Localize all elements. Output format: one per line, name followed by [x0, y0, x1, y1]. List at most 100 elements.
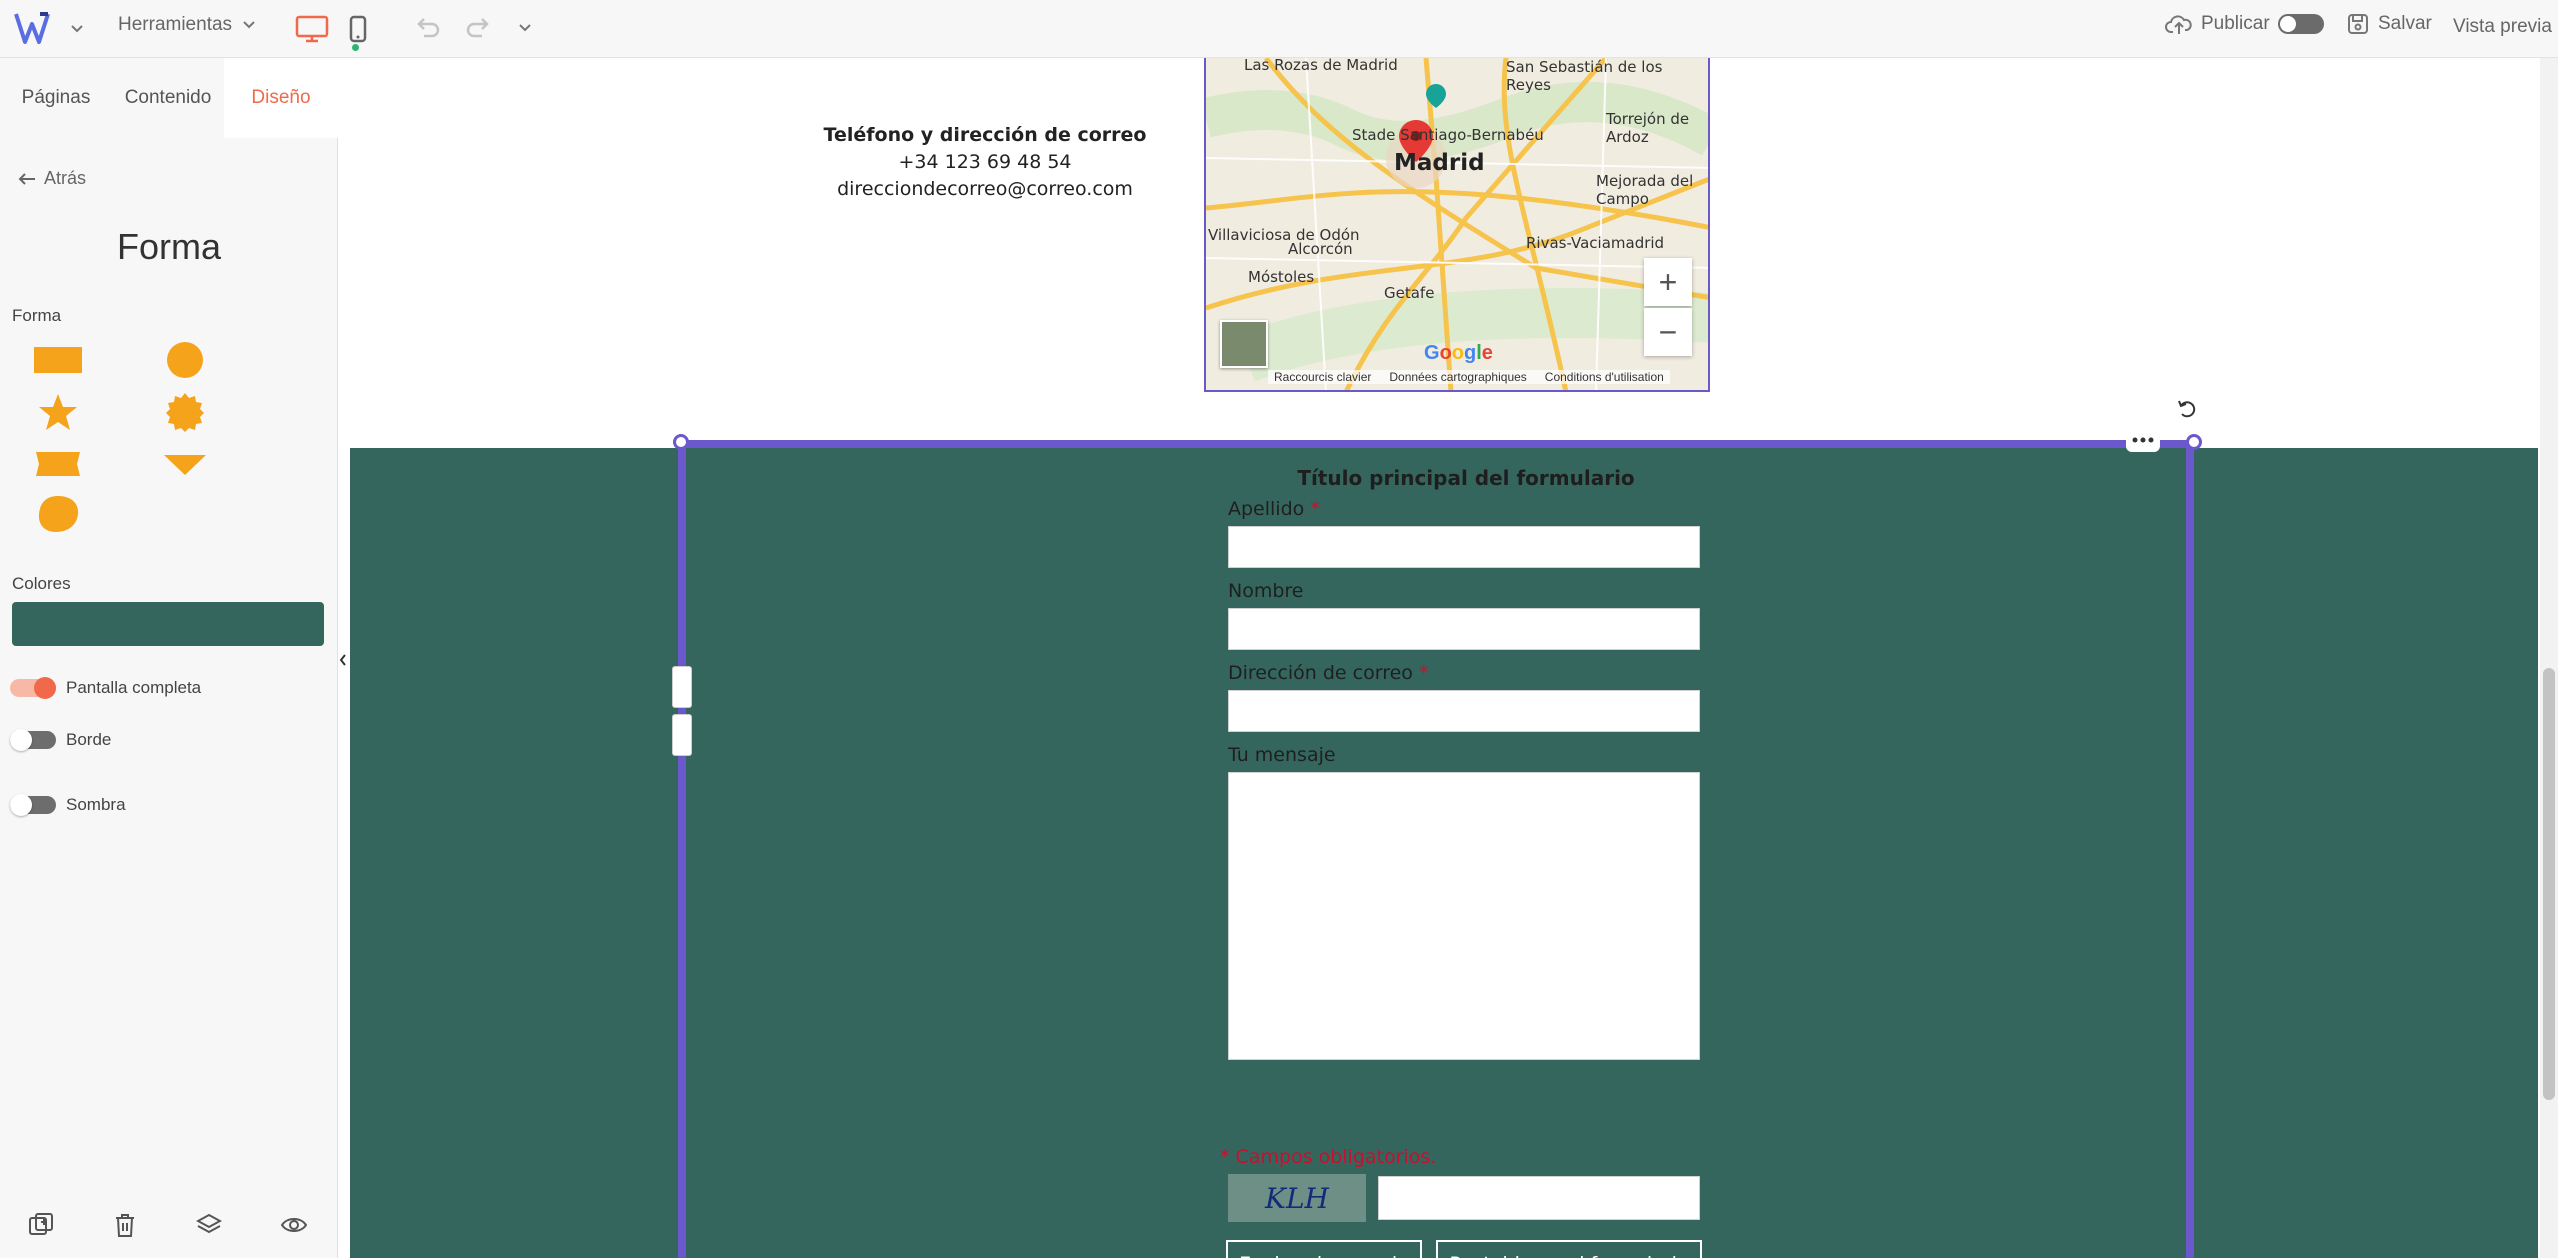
desktop-icon — [295, 15, 329, 43]
map-place: Rivas-Vaciamadrid — [1526, 234, 1665, 252]
reset-form-button[interactable]: Restablecer el formulario — [1436, 1240, 1702, 1258]
badge-icon — [166, 393, 204, 432]
fullscreen-switch-row[interactable]: Pantalla completa — [10, 677, 202, 699]
design-panel: Páginas Contenido Diseño Atrás Forma For… — [0, 58, 338, 1258]
duplicate-icon[interactable] — [28, 1212, 54, 1243]
resize-handle-top-right[interactable] — [2186, 434, 2202, 450]
tab-paginas[interactable]: Páginas — [0, 58, 112, 138]
email-input[interactable] — [1228, 690, 1700, 732]
submit-button[interactable]: Enviar el mensaje — [1226, 1240, 1422, 1258]
desktop-view-button[interactable] — [294, 12, 330, 46]
message-textarea[interactable] — [1228, 772, 1700, 1060]
satellite-toggle-thumbnail[interactable] — [1220, 320, 1268, 368]
field-label-text: Dirección de correo — [1228, 662, 1413, 684]
map-footer: Raccourcis clavier Données cartographiqu… — [1268, 370, 1670, 384]
star-icon — [39, 394, 77, 430]
redo-icon — [466, 18, 489, 38]
back-button[interactable]: Atrás — [18, 168, 86, 189]
apellido-input[interactable] — [1228, 526, 1700, 568]
shape-option-circle[interactable] — [158, 338, 212, 382]
shadow-label: Sombra — [66, 795, 126, 814]
banner-icon — [36, 452, 80, 476]
tools-label: Herramientas — [118, 14, 233, 35]
shape-option-rectangle[interactable] — [31, 338, 85, 382]
required-fields-note: * Campos obligatorios. — [1220, 1146, 1437, 1168]
mobile-active-indicator — [352, 44, 359, 51]
webnode-logo[interactable] — [14, 10, 58, 46]
field-label-nombre: Nombre — [1228, 580, 1304, 602]
undo-icon — [417, 18, 440, 38]
panel-title: Forma — [116, 226, 221, 267]
page-canvas: Teléfono y dirección de correo +34 123 6… — [350, 58, 2538, 1258]
save-button[interactable]: Salvar — [2346, 12, 2432, 36]
map-place: Torrejón de Ardoz — [1606, 110, 1690, 146]
mobile-view-button[interactable] — [340, 12, 376, 46]
trash-icon[interactable] — [113, 1212, 137, 1243]
color-picker-swatch[interactable] — [12, 602, 324, 646]
required-asterisk: * — [1310, 498, 1320, 520]
shape-option-banner[interactable] — [31, 442, 85, 486]
logo-chevron-down-icon[interactable] — [70, 18, 84, 39]
captcha-input[interactable] — [1378, 1176, 1700, 1220]
undo-button[interactable] — [412, 12, 444, 49]
border-label: Borde — [66, 730, 112, 749]
google-logo: Google — [1424, 342, 1493, 364]
map-place: Móstoles — [1248, 268, 1315, 286]
map-shortcuts-link[interactable]: Raccourcis clavier — [1274, 370, 1371, 384]
zoom-out-button[interactable]: − — [1644, 308, 1692, 356]
map-terms-link[interactable]: Conditions d'utilisation — [1545, 370, 1664, 384]
map-place: Mejorada del Campo — [1596, 172, 1694, 208]
shape-option-badge[interactable] — [158, 390, 212, 434]
layers-icon[interactable] — [195, 1212, 223, 1243]
preview-button[interactable]: Vista previa — [2453, 16, 2552, 38]
back-label: Atrás — [44, 168, 87, 188]
panel-bottom-toolbar — [0, 1208, 338, 1248]
more-options-button[interactable] — [2126, 428, 2160, 452]
map-embed[interactable]: Las Rozas de Madrid San Sebastián de los… — [1204, 58, 1710, 392]
publish-control[interactable]: Publicar — [2165, 12, 2324, 36]
top-toolbar: Herramientas Publicar Salvar Vista previ… — [0, 0, 2558, 58]
map-place: Las Rozas de Madrid — [1244, 58, 1398, 74]
contact-title: Teléfono y dirección de correo — [823, 124, 1147, 146]
shape-section-label: Forma — [12, 306, 62, 325]
down-triangle-icon — [164, 455, 206, 475]
fullscreen-toggle[interactable] — [10, 677, 56, 699]
border-toggle[interactable] — [10, 729, 56, 751]
tools-menu[interactable]: Herramientas — [118, 14, 256, 36]
publish-label: Publicar — [2201, 13, 2270, 34]
fullscreen-label: Pantalla completa — [66, 678, 202, 697]
zoom-in-button[interactable]: + — [1644, 258, 1692, 306]
contact-email: direcciondecorreo@correo.com — [837, 178, 1133, 200]
field-label-message: Tu mensaje — [1228, 744, 1336, 766]
field-label-text: Apellido — [1228, 498, 1305, 520]
shape-option-star[interactable] — [31, 390, 85, 434]
map-place: San Sebastián de los Reyes — [1506, 58, 1663, 94]
shadow-switch-row[interactable]: Sombra — [10, 794, 126, 816]
reset-style-button[interactable] — [2172, 394, 2202, 424]
shape-option-triangle[interactable] — [158, 442, 212, 486]
contact-block[interactable]: Teléfono y dirección de correo +34 123 6… — [750, 122, 1220, 203]
publish-toggle[interactable] — [2277, 14, 2324, 34]
field-label-apellido: Apellido * — [1228, 498, 1320, 520]
resize-handle-top-left[interactable] — [673, 434, 689, 450]
map-place: Getafe — [1384, 284, 1435, 302]
tab-diseno[interactable]: Diseño — [224, 58, 338, 138]
field-label-email: Dirección de correo * — [1228, 662, 1428, 684]
shadow-toggle[interactable] — [10, 794, 56, 816]
redo-button[interactable] — [462, 12, 494, 49]
map-city-label: Madrid — [1394, 150, 1485, 176]
drag-handle-top[interactable] — [672, 666, 692, 708]
shape-option-blob[interactable] — [31, 492, 85, 536]
eye-icon[interactable] — [280, 1212, 308, 1243]
collapse-panel-icon[interactable] — [338, 640, 348, 680]
nombre-input[interactable] — [1228, 608, 1700, 650]
tab-contenido[interactable]: Contenido — [112, 58, 224, 138]
scrollbar-thumb[interactable] — [2543, 668, 2555, 1100]
history-chevron-down-icon[interactable] — [518, 16, 532, 45]
drag-handle-bottom[interactable] — [672, 714, 692, 756]
mobile-icon — [349, 15, 367, 43]
map-data-link[interactable]: Données cartographiques — [1389, 370, 1526, 384]
border-switch-row[interactable]: Borde — [10, 729, 112, 751]
cloud-upload-icon — [2165, 15, 2192, 34]
save-icon — [2348, 14, 2368, 34]
